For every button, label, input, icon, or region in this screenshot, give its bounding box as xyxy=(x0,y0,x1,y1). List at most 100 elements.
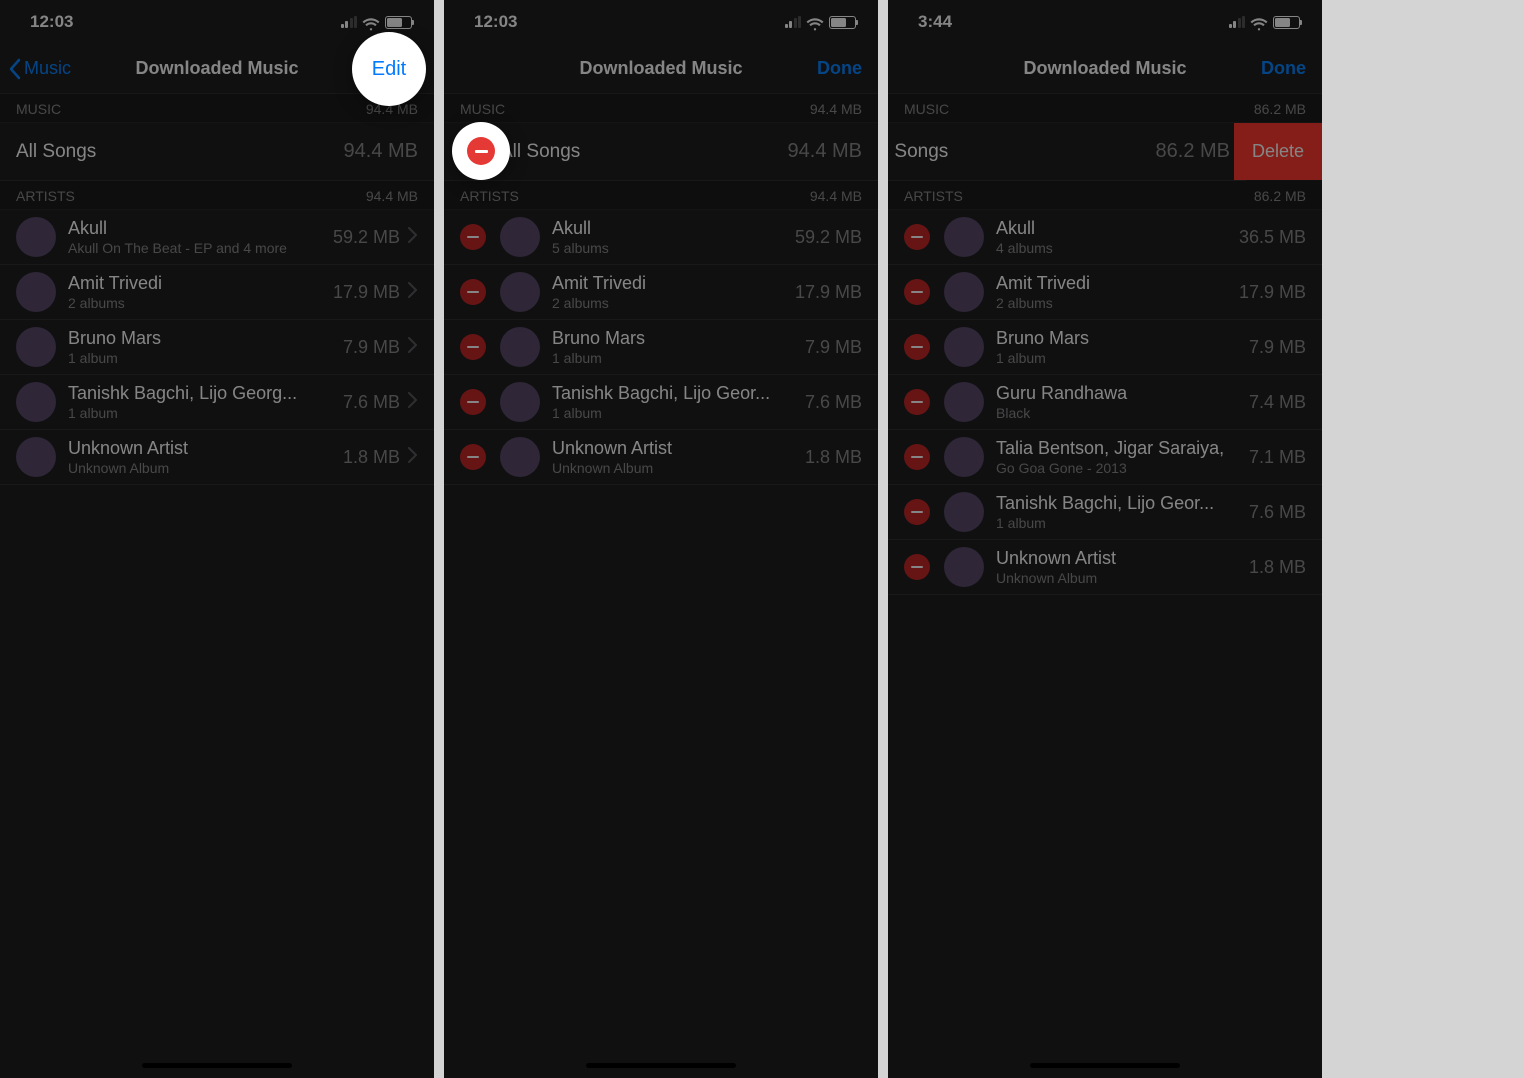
artist-avatar xyxy=(500,217,540,257)
delete-minus-icon[interactable] xyxy=(904,224,930,250)
artist-row[interactable]: Talia Bentson, Jigar Saraiya, Go Goa Gon… xyxy=(888,430,1322,485)
artist-name: Tanishk Bagchi, Lijo Geor... xyxy=(552,383,797,404)
artist-avatar xyxy=(16,272,56,312)
section-size: 94.4 MB xyxy=(810,101,862,117)
artist-subtitle: 1 album xyxy=(68,405,335,421)
artist-subtitle: Akull On The Beat - EP and 4 more xyxy=(68,240,325,256)
artist-row[interactable]: Tanishk Bagchi, Lijo Geor... 1 album 7.6… xyxy=(444,375,878,430)
delete-minus-icon[interactable] xyxy=(904,444,930,470)
all-songs-row[interactable]: All Songs 86.2 MBDelete xyxy=(888,123,1246,181)
artist-name: Amit Trivedi xyxy=(552,273,787,294)
artist-row[interactable]: Amit Trivedi 2 albums 17.9 MB xyxy=(444,265,878,320)
section-header-artists: ARTISTS94.4 MB xyxy=(0,181,434,210)
delete-minus-icon[interactable] xyxy=(460,444,486,470)
delete-minus-icon[interactable] xyxy=(460,279,486,305)
artist-row[interactable]: Akull 4 albums 36.5 MB xyxy=(888,210,1322,265)
artist-subtitle: 1 album xyxy=(552,405,797,421)
artist-avatar xyxy=(500,327,540,367)
battery-icon xyxy=(385,16,412,29)
artist-subtitle: 2 albums xyxy=(68,295,325,311)
wifi-icon xyxy=(1250,16,1268,28)
artist-row[interactable]: Akull 5 albums 59.2 MB xyxy=(444,210,878,265)
delete-minus-icon[interactable] xyxy=(460,224,486,250)
page-title: Downloaded Music xyxy=(1023,58,1186,79)
artist-row[interactable]: Unknown Artist Unknown Album 1.8 MB xyxy=(444,430,878,485)
delete-minus-icon[interactable] xyxy=(904,554,930,580)
artist-name: Bruno Mars xyxy=(552,328,797,349)
delete-minus-icon[interactable] xyxy=(904,334,930,360)
artist-name: Guru Randhawa xyxy=(996,383,1241,404)
artist-avatar xyxy=(16,217,56,257)
artist-size: 7.6 MB xyxy=(1249,502,1306,523)
artist-name: Akull xyxy=(552,218,787,239)
artist-size: 7.9 MB xyxy=(805,337,862,358)
back-button[interactable]: Music xyxy=(8,58,71,80)
artist-size: 17.9 MB xyxy=(333,282,400,303)
chevron-right-icon xyxy=(408,392,418,413)
section-label: ARTISTS xyxy=(16,188,75,204)
section-label: ARTISTS xyxy=(460,188,519,204)
delete-minus-icon[interactable] xyxy=(904,499,930,525)
artist-size: 59.2 MB xyxy=(333,227,400,248)
section-label: MUSIC xyxy=(904,101,949,117)
artist-subtitle: 1 album xyxy=(996,515,1241,531)
artist-row[interactable]: Tanishk Bagchi, Lijo Geor... 1 album 7.6… xyxy=(888,485,1322,540)
artist-row[interactable]: Bruno Mars 1 album 7.9 MB xyxy=(888,320,1322,375)
cellular-icon xyxy=(1229,16,1246,28)
artist-avatar xyxy=(500,272,540,312)
chevron-right-icon xyxy=(408,447,418,468)
highlight-label: Edit xyxy=(372,58,406,81)
wifi-icon xyxy=(362,16,380,28)
all-songs-size: 94.4 MB xyxy=(344,140,418,163)
phone-screen-1: 12:03 MusicDownloaded Music EditMUSIC94.… xyxy=(0,0,434,1078)
done-button[interactable]: Done xyxy=(1261,58,1306,79)
phone-screen-3: 3:44 Downloaded Music DoneMUSIC86.2 MBAl… xyxy=(888,0,1322,1078)
status-bar: 12:03 xyxy=(444,0,878,44)
artist-row[interactable]: Amit Trivedi 2 albums 17.9 MB xyxy=(0,265,434,320)
artist-row[interactable]: Akull Akull On The Beat - EP and 4 more … xyxy=(0,210,434,265)
artist-row[interactable]: Guru Randhawa Black 7.4 MB xyxy=(888,375,1322,430)
section-size: 86.2 MB xyxy=(1254,188,1306,204)
artist-name: Tanishk Bagchi, Lijo Georg... xyxy=(68,383,335,404)
cellular-icon xyxy=(341,16,358,28)
artist-row[interactable]: Bruno Mars 1 album 7.9 MB xyxy=(444,320,878,375)
nav-bar: Downloaded Music Done xyxy=(444,44,878,94)
artist-row[interactable]: Amit Trivedi 2 albums 17.9 MB xyxy=(888,265,1322,320)
all-songs-label: All Songs xyxy=(16,141,336,163)
section-header-music: MUSIC 94.4 MB xyxy=(444,94,878,123)
artist-subtitle: 2 albums xyxy=(552,295,787,311)
artist-size: 1.8 MB xyxy=(343,447,400,468)
delete-minus-icon[interactable] xyxy=(460,389,486,415)
artist-avatar xyxy=(944,492,984,532)
chevron-right-icon xyxy=(408,227,418,248)
all-songs-row[interactable]: All Songs 94.4 MB xyxy=(0,123,434,181)
status-time: 12:03 xyxy=(474,12,517,32)
delete-minus-icon[interactable] xyxy=(904,279,930,305)
artist-name: Akull xyxy=(68,218,325,239)
section-header-artists: ARTISTS 94.4 MB xyxy=(444,181,878,210)
artist-row[interactable]: Unknown Artist Unknown Album 1.8 MB xyxy=(888,540,1322,595)
artist-name: Bruno Mars xyxy=(996,328,1241,349)
artist-row[interactable]: Tanishk Bagchi, Lijo Georg... 1 album 7.… xyxy=(0,375,434,430)
artist-name: Bruno Mars xyxy=(68,328,335,349)
artist-row[interactable]: Unknown Artist Unknown Album 1.8 MB xyxy=(0,430,434,485)
home-indicator[interactable] xyxy=(586,1063,736,1068)
artist-avatar xyxy=(500,437,540,477)
home-indicator[interactable] xyxy=(1030,1063,1180,1068)
artist-size: 17.9 MB xyxy=(1239,282,1306,303)
artist-size: 7.6 MB xyxy=(805,392,862,413)
section-label: MUSIC xyxy=(16,101,61,117)
artist-size: 1.8 MB xyxy=(1249,557,1306,578)
home-indicator[interactable] xyxy=(142,1063,292,1068)
artist-name: Unknown Artist xyxy=(996,548,1241,569)
chevron-right-icon xyxy=(408,337,418,358)
artist-row[interactable]: Bruno Mars 1 album 7.9 MB xyxy=(0,320,434,375)
delete-minus-icon[interactable] xyxy=(904,389,930,415)
section-size: 94.4 MB xyxy=(810,188,862,204)
delete-button[interactable]: Delete xyxy=(1234,123,1322,180)
section-label: ARTISTS xyxy=(904,188,963,204)
artist-size: 36.5 MB xyxy=(1239,227,1306,248)
done-button[interactable]: Done xyxy=(817,58,862,79)
section-label: MUSIC xyxy=(460,101,505,117)
delete-minus-icon[interactable] xyxy=(460,334,486,360)
